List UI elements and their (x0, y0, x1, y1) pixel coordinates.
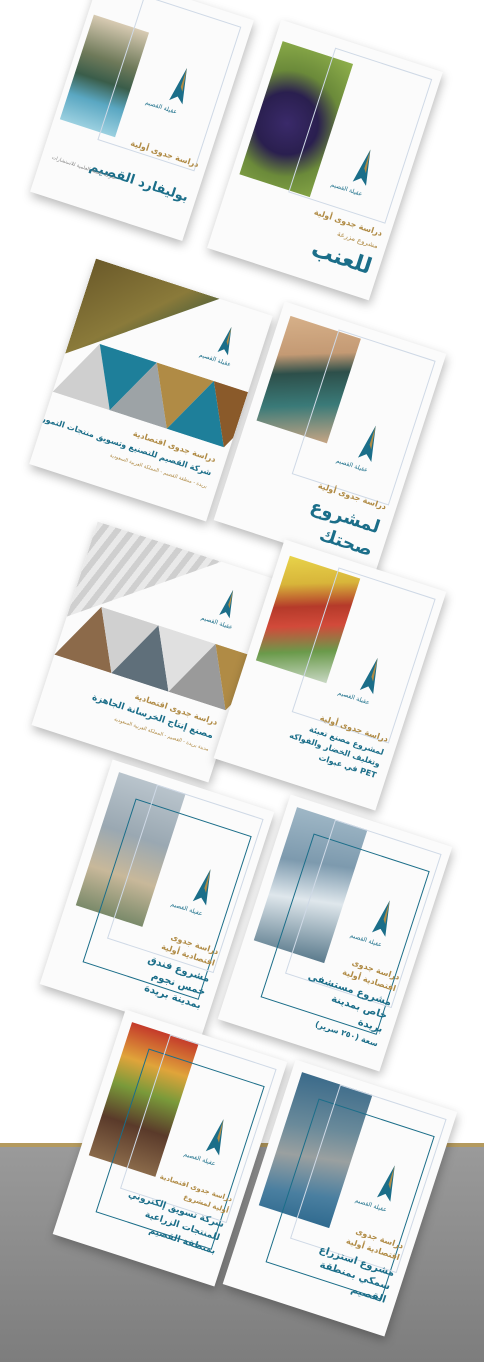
cover-grapes: عقيلة القصيم دراسة جدوى أولية مشروع مزرع… (207, 19, 443, 301)
brochure-collage: عقيلة القصيم دراسة جدوى أولية بوليفارد ا… (0, 0, 484, 1362)
produce-photo (255, 555, 361, 684)
boulevard-photo (59, 14, 150, 138)
hotel-photo (75, 772, 186, 927)
hospital-photo (253, 807, 368, 964)
grapes-photo (239, 41, 354, 198)
phone-photo (256, 315, 361, 444)
fruit-market-photo (88, 1022, 199, 1177)
cover-subtitle: دراسة جدوى أولية (129, 138, 200, 170)
cover-title: بوليفارد القصيم (87, 159, 191, 206)
